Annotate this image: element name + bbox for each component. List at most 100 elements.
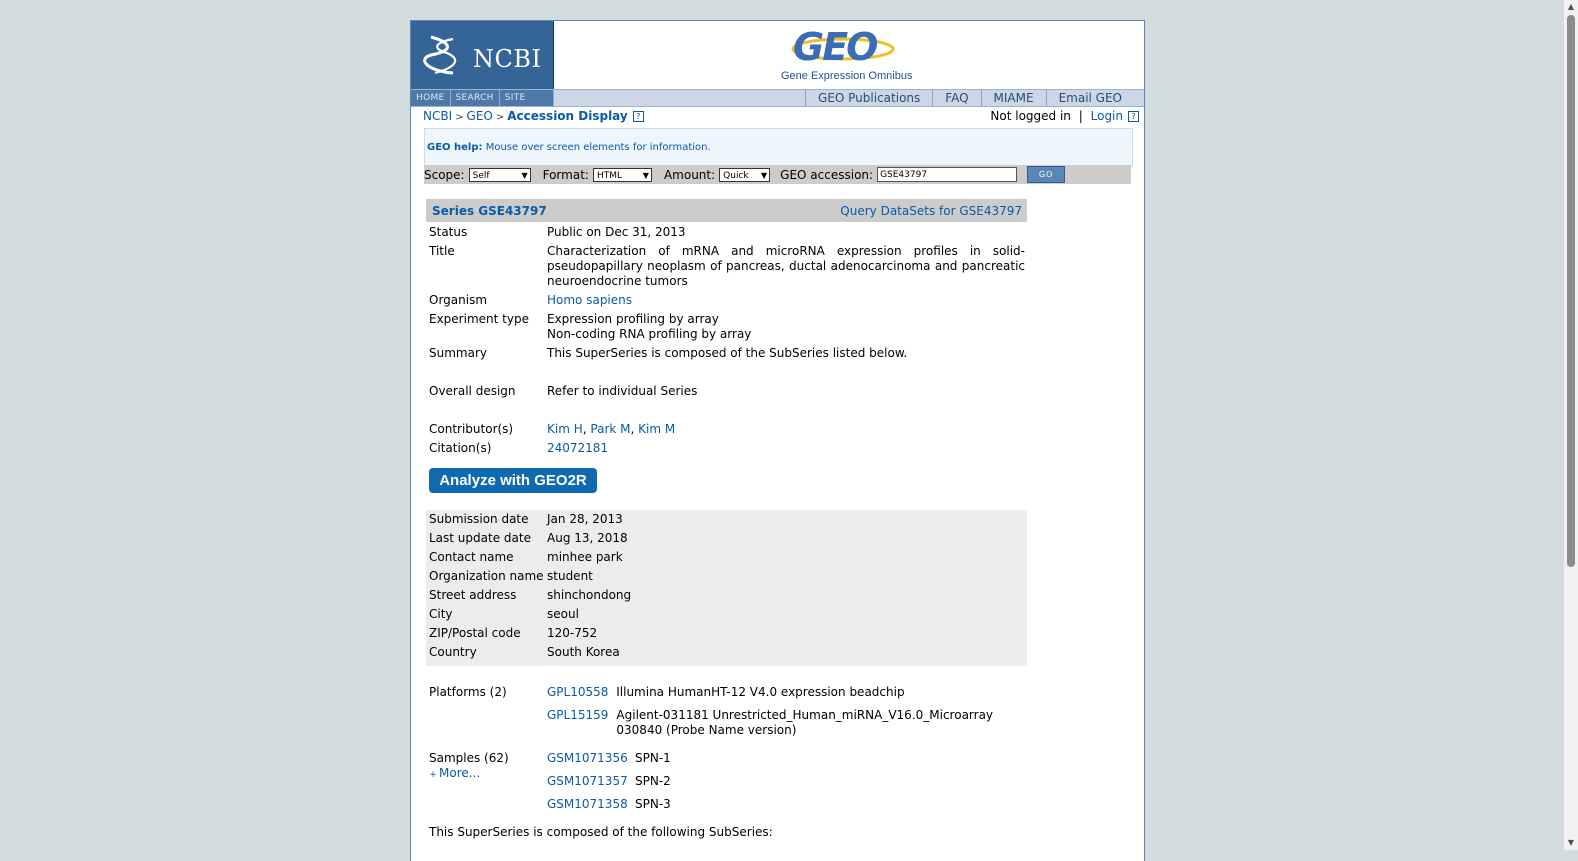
platform-item: GPL10558 Illumina HumanHT-12 V4.0 expres… <box>547 685 1025 699</box>
nav-geo-publications[interactable]: GEO Publications <box>805 90 932 106</box>
geo-logo[interactable]: GEO Gene Expression Omnibus <box>781 25 912 87</box>
platform-row: GPL15159 Agilent-031181 Unrestricted_Hum… <box>426 708 1027 751</box>
scroll-up-arrow-icon[interactable]: ▲ <box>1564 0 1578 14</box>
nav-site-map[interactable]: SITE MAP <box>500 90 554 119</box>
breadcrumb-ncbi[interactable]: NCBI <box>423 109 452 123</box>
help-text: Mouse over screen elements for informati… <box>485 142 711 153</box>
submission-value: Jan 28, 2013 <box>547 512 623 526</box>
submission-row: City seoul <box>426 607 1027 626</box>
experiment-type-values: Expression profiling by array Non-coding… <box>547 312 1025 342</box>
scroll-down-arrow-icon[interactable]: ▼ <box>1564 836 1578 850</box>
submission-row: Last update date Aug 13, 2018 <box>426 531 1027 550</box>
status-row: Status Public on Dec 31, 2013 <box>426 225 1027 244</box>
status-key: Status <box>429 225 468 239</box>
nav-email-geo[interactable]: Email GEO <box>1045 90 1134 106</box>
geo-nav: GEO Publications FAQ MIAME Email GEO <box>805 90 1134 106</box>
breadcrumb-current: Accession Display <box>507 109 628 123</box>
format-select[interactable]: HTML ▼ <box>592 167 652 182</box>
submission-row: Submission date Jan 28, 2013 <box>426 512 1027 531</box>
login-link[interactable]: Login <box>1091 109 1123 123</box>
sample-item: GSM1071357 SPN-2 <box>547 774 1025 788</box>
nav-search[interactable]: SEARCH <box>451 90 500 106</box>
query-bar: Scope: Self ▼ Format: HTML ▼ Amount: Quick… <box>424 165 1131 184</box>
contributor-link[interactable]: Park M <box>590 422 630 436</box>
dropdown-arrow-icon: ▼ <box>761 170 768 180</box>
breadcrumb: NCBI > GEO > Accession Display? <box>423 109 644 123</box>
organism-key: Organism <box>429 293 488 307</box>
submission-value: South Korea <box>547 645 620 659</box>
login-status: Not logged in <box>990 109 1071 123</box>
summary-row: Summary This SuperSeries is composed of … <box>426 346 1027 384</box>
sample-row: Samples (62) + More... GSM1071356 SPN-1 <box>426 751 1027 780</box>
format-label: Format: <box>542 167 589 182</box>
geo-help-box: GEO help: Mouse over screen elements for… <box>424 128 1133 167</box>
ncbi-logo[interactable]: NCBI <box>411 21 554 89</box>
scroll-thumb[interactable] <box>1567 15 1575 567</box>
nav-bar: HOME SEARCH SITE MAP GEO Publications FA… <box>411 89 1144 119</box>
sample-link[interactable]: GSM1071358 <box>547 797 635 811</box>
ncbi-logo-text: NCBI <box>473 45 542 73</box>
citation-link[interactable]: 24072181 <box>547 441 1025 455</box>
submission-row: Street address shinchondong <box>426 588 1027 607</box>
submission-row: Country South Korea <box>426 645 1027 664</box>
platform-item: GPL15159 Agilent-031181 Unrestricted_Hum… <box>547 708 1025 738</box>
accession-input[interactable]: GSE43797 <box>877 167 1018 182</box>
sample-link[interactable]: GSM1071356 <box>547 751 635 765</box>
experiment-type-value: Non-coding RNA profiling by array <box>547 327 752 341</box>
series-header: Series GSE43797 Query DataSets for GSE43… <box>426 199 1027 222</box>
contributor-separator: , <box>582 422 587 436</box>
contributor-link[interactable]: Kim M <box>638 422 675 436</box>
scope-value: Self <box>472 170 490 181</box>
nav-faq[interactable]: FAQ <box>932 90 980 106</box>
contributor-link[interactable]: Kim H <box>547 422 583 436</box>
geo-page: NCBI GEO Gene Expression Omnibus HOME SE… <box>410 20 1145 861</box>
nav-home[interactable]: HOME <box>411 90 451 106</box>
amount-label: Amount: <box>663 167 716 182</box>
breadcrumb-geo[interactable]: GEO <box>467 109 493 123</box>
platform-link[interactable]: GPL15159 <box>547 708 608 738</box>
status-value: Public on Dec 31, 2013 <box>547 225 686 239</box>
sample-item: GSM1071358 SPN-3 <box>547 797 1025 811</box>
submission-value: Aug 13, 2018 <box>547 531 628 545</box>
dna-helix-icon <box>423 35 457 75</box>
title-value: Characterization of mRNA and microRNA ex… <box>547 244 1025 288</box>
sample-row: GSM1071357 SPN-2 <box>426 774 1027 797</box>
sample-item: GSM1071356 SPN-1 <box>547 751 1025 765</box>
query-datasets-link[interactable]: Query DataSets for GSE43797 <box>840 204 1022 218</box>
sample-desc: SPN-2 <box>635 774 671 788</box>
format-value: HTML <box>596 170 622 181</box>
submission-key: Last update date <box>429 531 531 545</box>
sample-row: GSM1071358 SPN-3 <box>426 797 1027 825</box>
title-row: Title Characterization of mRNA and micro… <box>426 244 1027 293</box>
submission-value: 120-752 <box>547 626 598 640</box>
contributors-key: Contributor(s) <box>429 422 514 436</box>
submission-key: City <box>429 607 453 621</box>
overall-design-value: Refer to individual Series <box>547 384 698 398</box>
scope-label: Scope: <box>424 167 465 182</box>
experiment-type-key: Experiment type <box>429 312 529 326</box>
title-key: Title <box>429 244 455 258</box>
sample-link[interactable]: GSM1071357 <box>547 774 635 788</box>
help-icon[interactable]: ? <box>1128 111 1139 122</box>
contributor-separator: , <box>630 422 635 436</box>
header: NCBI GEO Gene Expression Omnibus <box>411 21 1144 89</box>
submission-key: Street address <box>429 588 517 602</box>
analyze-geo2r-button[interactable]: Analyze with GEO2R <box>429 468 597 493</box>
platform-link[interactable]: GPL10558 <box>547 685 608 699</box>
vertical-scrollbar[interactable]: ▲ ▼ <box>1564 0 1578 850</box>
breadcrumb-separator: > <box>455 112 464 123</box>
scope-select[interactable]: Self ▼ <box>468 167 531 182</box>
platforms-key: Platforms (2) <box>429 685 507 699</box>
organism-link[interactable]: Homo sapiens <box>547 293 1025 307</box>
dropdown-arrow-icon: ▼ <box>642 170 649 180</box>
submission-row: Organization name student <box>426 569 1027 588</box>
submission-key: ZIP/Postal code <box>429 626 521 640</box>
sample-desc: SPN-1 <box>635 751 671 765</box>
help-icon[interactable]: ? <box>632 111 644 122</box>
submission-value: shinchondong <box>547 588 632 602</box>
go-button[interactable]: GO <box>1027 166 1066 183</box>
series-content: Series GSE43797 Query DataSets for GSE43… <box>426 199 1027 839</box>
nav-miame[interactable]: MIAME <box>980 90 1046 106</box>
amount-select[interactable]: Quick ▼ <box>719 167 771 182</box>
amount-value: Quick <box>723 170 749 181</box>
